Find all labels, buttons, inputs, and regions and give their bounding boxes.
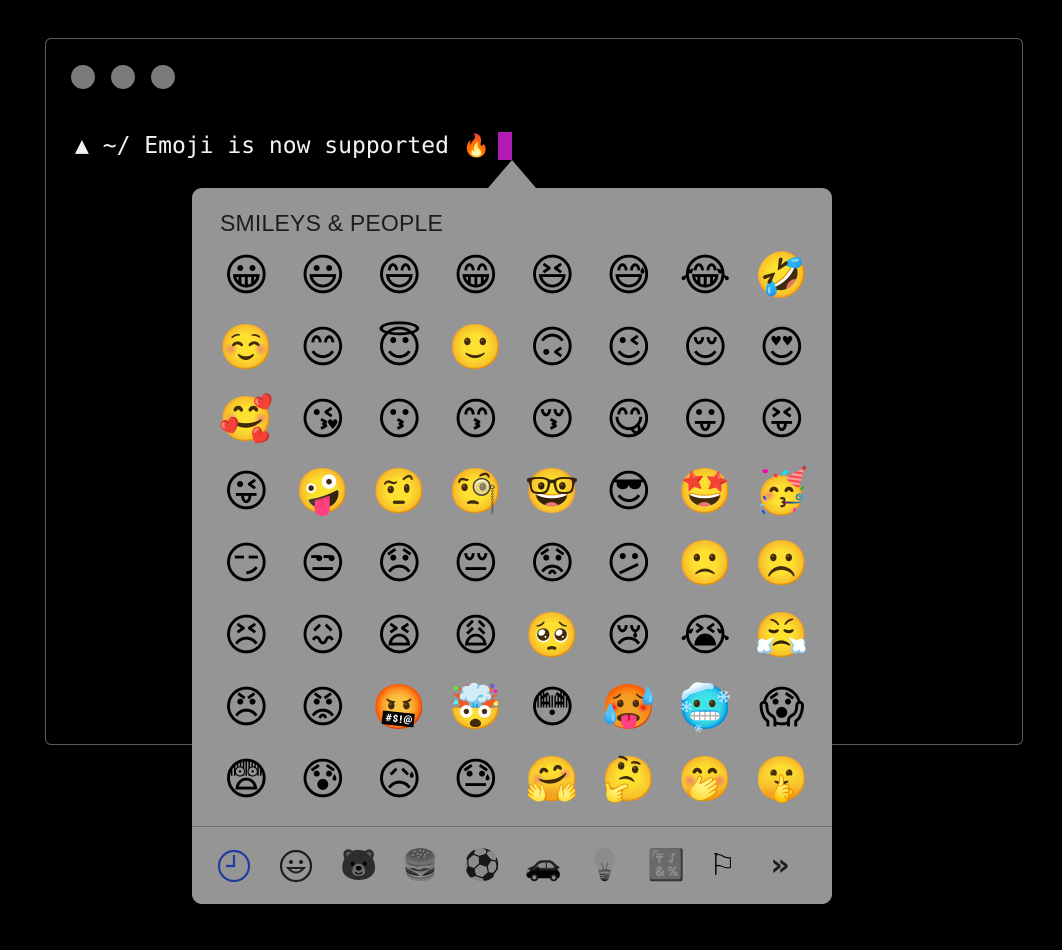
emoji-cell[interactable]: 😫 xyxy=(361,600,438,672)
emoji-cell[interactable]: 😒 xyxy=(285,528,362,600)
tab-animals[interactable]: 🐻 xyxy=(340,846,402,886)
emoji-cell[interactable]: 😊 xyxy=(285,312,362,384)
tab-activity[interactable]: ⚽ xyxy=(463,846,525,886)
emoji-cell[interactable]: 🤣 xyxy=(744,240,821,312)
emoji-cell[interactable]: 🥵 xyxy=(591,672,668,744)
emoji-cell[interactable]: 😘 xyxy=(285,384,362,456)
emoji-cell[interactable]: 🥳 xyxy=(744,456,821,528)
emoji-cell[interactable]: 😟 xyxy=(514,528,591,600)
emoji-cell[interactable]: 🤓 xyxy=(514,456,591,528)
emoji-cell[interactable]: 😥 xyxy=(361,744,438,816)
lightbulb-icon: 💡 xyxy=(586,848,624,883)
food-icon: 🍔 xyxy=(401,848,439,883)
emoji-cell[interactable]: 😗 xyxy=(361,384,438,456)
flag-icon: ⚐ xyxy=(709,848,736,883)
emoji-cell[interactable]: 🙁 xyxy=(667,528,744,600)
emoji-cell[interactable]: 😛 xyxy=(667,384,744,456)
emoji-cell[interactable]: 🤫 xyxy=(744,744,821,816)
emoji-cell[interactable]: 😏 xyxy=(208,528,285,600)
emoji-cell[interactable]: 🤪 xyxy=(285,456,362,528)
clock-icon xyxy=(217,849,251,883)
emoji-cell[interactable]: 😰 xyxy=(285,744,362,816)
emoji-cell[interactable]: 😁 xyxy=(438,240,515,312)
prompt-symbol: ▲ xyxy=(75,133,89,159)
emoji-cell[interactable]: 😓 xyxy=(438,744,515,816)
emoji-cell[interactable]: 😖 xyxy=(285,600,362,672)
tab-recent[interactable] xyxy=(217,846,279,886)
emoji-cell[interactable]: 🙃 xyxy=(514,312,591,384)
minimize-button[interactable] xyxy=(111,65,135,89)
emoji-cell[interactable]: 😠 xyxy=(208,672,285,744)
emoji-picker: SMILEYS & PEOPLE 😀 😃 😄 😁 😆 😅 😂 🤣 ☺️ 😊 😇 🙂 🙃 😉 😌 😍 🥰 😘 😗 😙 😚 😋… xyxy=(192,188,832,904)
emoji-cell[interactable]: 😢 xyxy=(591,600,668,672)
emoji-cell[interactable]: 🤭 xyxy=(667,744,744,816)
emoji-cell[interactable]: 😙 xyxy=(438,384,515,456)
tab-objects[interactable]: 💡 xyxy=(586,846,648,886)
emoji-cell[interactable]: 😝 xyxy=(744,384,821,456)
prompt-line: ▲ ~/ Emoji is now supported 🔥 xyxy=(75,131,513,161)
tab-flags[interactable]: ⚐ xyxy=(709,846,771,886)
tab-smileys[interactable] xyxy=(279,846,341,886)
section-title: SMILEYS & PEOPLE xyxy=(220,210,444,236)
emoji-cell[interactable]: 🧐 xyxy=(438,456,515,528)
emoji-cell[interactable]: 😳 xyxy=(514,672,591,744)
emoji-cell[interactable]: 😂 xyxy=(667,240,744,312)
tab-travel[interactable]: 🚗 xyxy=(525,846,587,886)
window-controls xyxy=(71,65,175,89)
emoji-cell[interactable]: 😜 xyxy=(208,456,285,528)
emoji-cell[interactable]: 😍 xyxy=(744,312,821,384)
emoji-cell[interactable]: 😣 xyxy=(208,600,285,672)
prompt-path: ~/ xyxy=(102,133,131,159)
car-icon: 🚗 xyxy=(524,848,562,883)
emoji-cell[interactable]: 🤯 xyxy=(438,672,515,744)
text-cursor xyxy=(498,132,513,160)
emoji-cell[interactable]: 😡 xyxy=(285,672,362,744)
emoji-cell[interactable]: 😱 xyxy=(744,672,821,744)
emoji-cell[interactable]: 🤩 xyxy=(667,456,744,528)
emoji-grid: 😀 😃 😄 😁 😆 😅 😂 🤣 ☺️ 😊 😇 🙂 🙃 😉 😌 😍 🥰 😘 😗 😙 😚 😋 😛 😝 😜 🤪 🤨 🧐 🤓 😎 🤩 🥳 😏 😒 😞 😔 😟 😕 🙁… xyxy=(208,240,820,816)
emoji-cell[interactable]: 😃 xyxy=(285,240,362,312)
emoji-cell[interactable]: 😋 xyxy=(591,384,668,456)
emoji-cell[interactable]: 🥰 xyxy=(208,384,285,456)
emoji-cell[interactable]: 😆 xyxy=(514,240,591,312)
emoji-cell[interactable]: 😚 xyxy=(514,384,591,456)
emoji-cell[interactable]: 🥺 xyxy=(514,600,591,672)
emoji-cell[interactable]: ☹️ xyxy=(744,528,821,600)
picker-pointer xyxy=(488,160,536,188)
close-button[interactable] xyxy=(71,65,95,89)
symbols-icon: 🔣 xyxy=(647,848,685,883)
emoji-cell[interactable]: 😀 xyxy=(208,240,285,312)
emoji-cell[interactable]: 😌 xyxy=(667,312,744,384)
bear-icon: 🐻 xyxy=(340,848,378,883)
emoji-cell[interactable]: 🤬 xyxy=(361,672,438,744)
emoji-cell[interactable]: 🤗 xyxy=(514,744,591,816)
emoji-cell[interactable]: 😤 xyxy=(744,600,821,672)
prompt-text: Emoji is now supported xyxy=(144,133,449,159)
category-tabbar: 🐻 🍔 ⚽ 🚗 💡 🔣 ⚐ » xyxy=(192,826,832,904)
emoji-cell[interactable]: 😄 xyxy=(361,240,438,312)
tab-symbols[interactable]: 🔣 xyxy=(648,846,710,886)
emoji-cell[interactable]: 😭 xyxy=(667,600,744,672)
ball-icon: ⚽ xyxy=(463,848,501,883)
emoji-cell[interactable]: 😎 xyxy=(591,456,668,528)
fire-emoji: 🔥 xyxy=(462,133,491,159)
emoji-cell[interactable]: 😇 xyxy=(361,312,438,384)
emoji-cell[interactable]: 🤨 xyxy=(361,456,438,528)
tab-food[interactable]: 🍔 xyxy=(402,846,464,886)
emoji-cell[interactable]: 😨 xyxy=(208,744,285,816)
emoji-cell[interactable]: 😉 xyxy=(591,312,668,384)
zoom-button[interactable] xyxy=(151,65,175,89)
emoji-cell[interactable]: 😔 xyxy=(438,528,515,600)
smiley-icon xyxy=(279,849,313,883)
more-icon: » xyxy=(770,848,790,883)
emoji-cell[interactable]: 😩 xyxy=(438,600,515,672)
emoji-cell[interactable]: 🥶 xyxy=(667,672,744,744)
emoji-cell[interactable]: 😕 xyxy=(591,528,668,600)
emoji-cell[interactable]: 😅 xyxy=(591,240,668,312)
emoji-cell[interactable]: 😞 xyxy=(361,528,438,600)
emoji-cell[interactable]: 🤔 xyxy=(591,744,668,816)
emoji-cell[interactable]: 🙂 xyxy=(438,312,515,384)
tab-more[interactable]: » xyxy=(771,846,833,886)
emoji-cell[interactable]: ☺️ xyxy=(208,312,285,384)
